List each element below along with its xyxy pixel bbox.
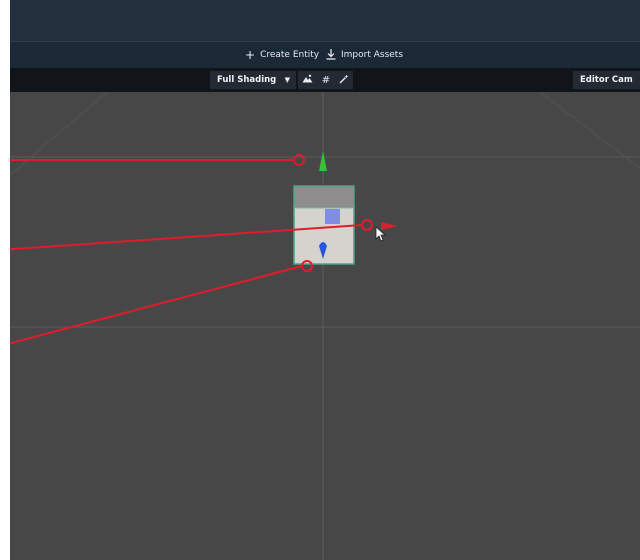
camera-dropdown[interactable]: Editor Cam: [573, 71, 640, 89]
import-assets-button[interactable]: Import Assets: [326, 42, 403, 68]
shading-mode-value: Full Shading: [217, 75, 277, 85]
gizmo-plane-handle[interactable]: [325, 209, 340, 224]
download-icon: [326, 48, 336, 62]
shading-mode-dropdown[interactable]: Full Shading ▼: [210, 71, 296, 89]
cube-top-face: [294, 186, 354, 208]
plus-icon: +: [245, 48, 256, 62]
viewport-toolbar: Full Shading ▼ # Editor Cam: [10, 68, 640, 92]
wand-icon[interactable]: [339, 74, 349, 87]
grid-icon[interactable]: #: [322, 75, 330, 86]
create-entity-button[interactable]: + Create Entity: [245, 42, 319, 68]
view-tools-group: #: [298, 71, 353, 89]
title-bar: [10, 0, 640, 41]
scene-viewport[interactable]: [10, 92, 640, 560]
import-assets-label: Import Assets: [341, 50, 404, 60]
camera-value: Editor Cam: [580, 75, 633, 85]
action-bar: + Create Entity Import Assets: [10, 41, 640, 68]
editor-window: + Create Entity Import Assets Full Shadi…: [10, 0, 640, 560]
caret-down-icon: ▼: [284, 76, 290, 84]
create-entity-label: Create Entity: [260, 50, 320, 60]
mountain-icon[interactable]: [302, 74, 313, 86]
